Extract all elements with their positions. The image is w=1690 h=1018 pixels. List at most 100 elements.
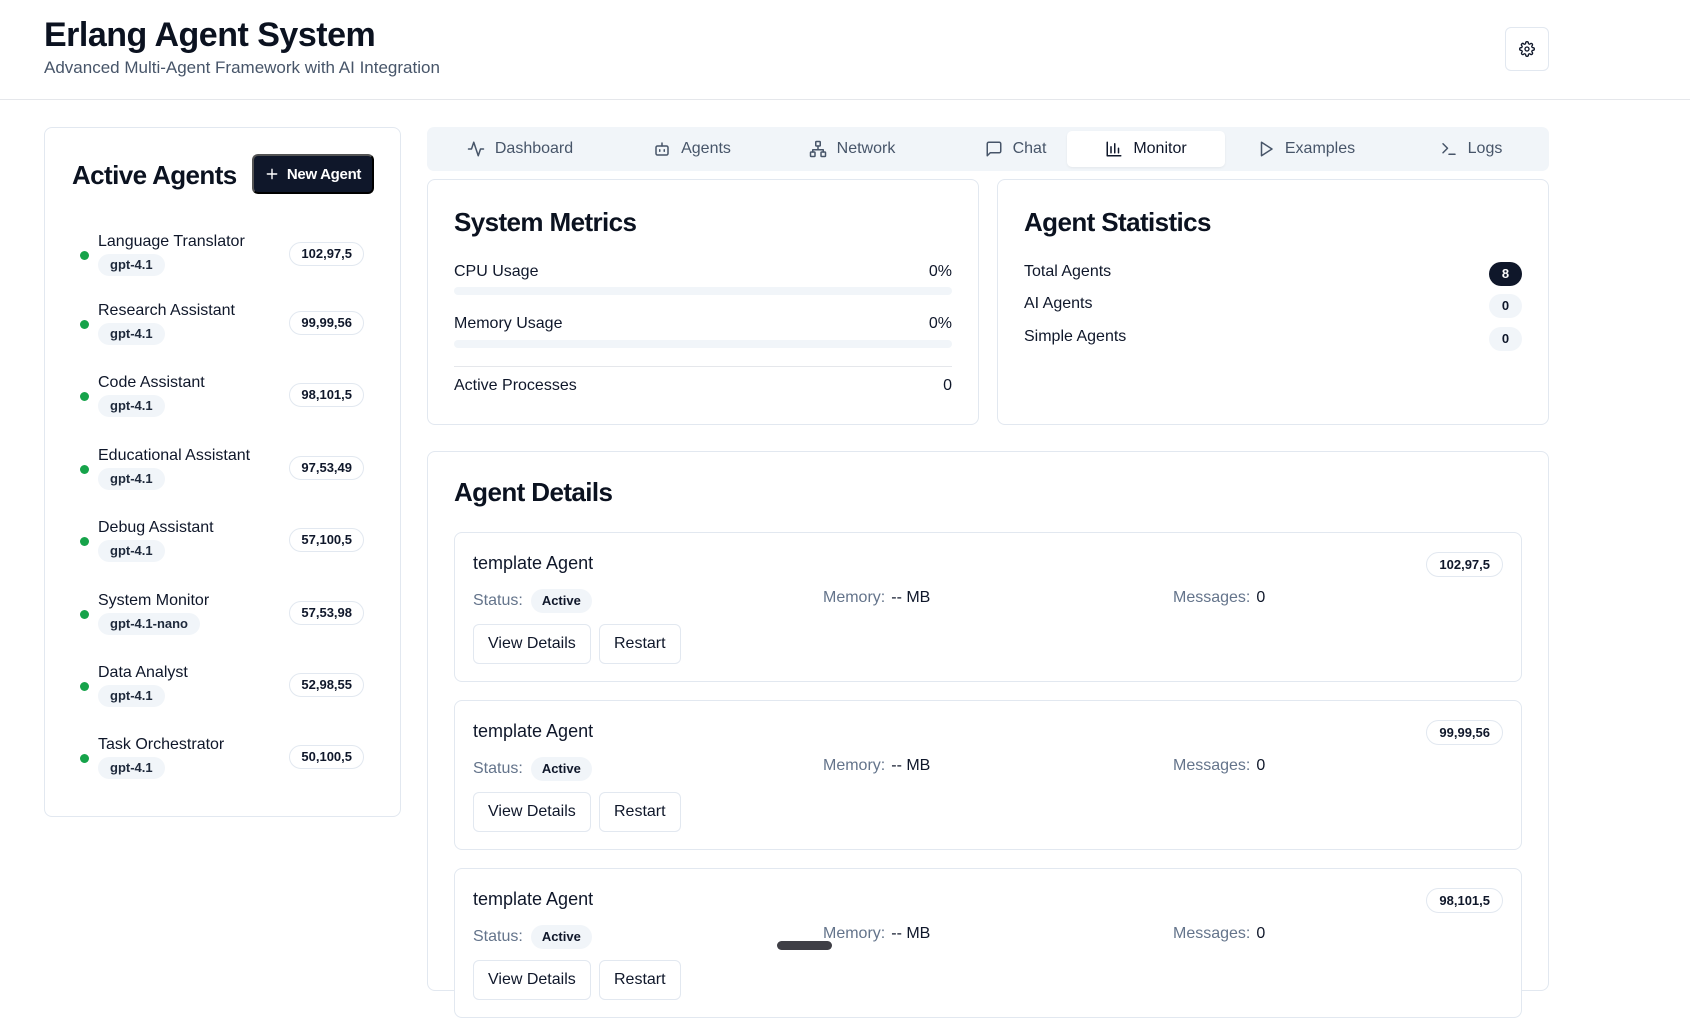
- agent-position-badge: 57,53,98: [289, 601, 364, 625]
- memory-usage-bar: [454, 340, 952, 348]
- agent-detail-name: template Agent: [473, 553, 594, 573]
- agent-model-badge: gpt-4.1: [98, 254, 165, 276]
- cpu-usage-bar: [454, 287, 952, 295]
- view-details-button[interactable]: View Details: [473, 792, 591, 832]
- plus-icon: [266, 168, 278, 180]
- status-label: Status:: [473, 928, 523, 946]
- list-item[interactable]: Debug Assistant gpt-4.1 57,100,5: [45, 516, 400, 572]
- tab-label: Monitor: [1133, 140, 1187, 157]
- memory-field: Memory: -- MB: [823, 589, 930, 607]
- messages-label: Messages:: [1173, 925, 1251, 942]
- list-item[interactable]: Task Orchestrator gpt-4.1 50,100,5: [45, 733, 400, 789]
- bot-icon: [655, 142, 669, 156]
- messages-field: Messages: 0: [1173, 757, 1265, 775]
- active-processes-value: 0: [943, 377, 952, 394]
- agent-name: Language Translator: [98, 233, 245, 250]
- messages-value: 0: [1256, 589, 1266, 606]
- agent-name: Code Assistant: [98, 374, 205, 391]
- tab-monitor[interactable]: Monitor: [1067, 131, 1225, 167]
- status-online-icon: [80, 537, 89, 546]
- activity-icon: [467, 141, 485, 157]
- scrollbar-thumb[interactable]: [777, 941, 832, 950]
- status-label: Status:: [473, 592, 523, 610]
- agent-position-badge: 57,100,5: [289, 528, 364, 552]
- simple-agents-row: Simple Agents 0: [1024, 327, 1522, 352]
- tab-logs[interactable]: Logs: [1392, 131, 1550, 167]
- agent-detail-item: template Agent 99,99,56 Status: Active Me…: [454, 700, 1522, 850]
- tab-label: Agents: [681, 140, 731, 157]
- settings-button[interactable]: [1505, 27, 1549, 71]
- status-field: Status: Active: [473, 589, 592, 613]
- list-item[interactable]: Language Translator gpt-4.1 102,97,5: [45, 230, 400, 286]
- system-metrics-title: System Metrics: [454, 207, 637, 237]
- active-processes-label: Active Processes: [454, 377, 577, 394]
- memory-field: Memory: -- MB: [823, 757, 930, 775]
- active-agents-panel: Active Agents New Agent Language Transla…: [44, 127, 401, 817]
- divider: [454, 366, 952, 367]
- agent-name: System Monitor: [98, 592, 210, 609]
- agent-name: Data Analyst: [98, 664, 188, 681]
- agent-position-badge: 98,101,5: [1426, 888, 1503, 913]
- status-online-icon: [80, 392, 89, 401]
- status-online-icon: [80, 465, 89, 474]
- view-details-button[interactable]: View Details: [473, 624, 591, 664]
- agent-model-badge: gpt-4.1: [98, 468, 165, 490]
- memory-value: -- MB: [891, 589, 931, 606]
- status-online-icon: [80, 320, 89, 329]
- list-item[interactable]: Data Analyst gpt-4.1 52,98,55: [45, 661, 400, 717]
- total-agents-badge: 8: [1489, 262, 1522, 286]
- agent-model-badge: gpt-4.1: [98, 540, 165, 562]
- agent-position-badge: 102,97,5: [289, 242, 364, 266]
- app-header: Erlang Agent System Advanced Multi-Agent…: [0, 0, 1690, 100]
- agent-detail-name: template Agent: [473, 889, 594, 909]
- messages-value: 0: [1256, 925, 1266, 942]
- tab-label: Logs: [1467, 140, 1503, 157]
- gear-icon: [1519, 41, 1535, 57]
- memory-label: Memory:: [823, 925, 886, 942]
- restart-button[interactable]: Restart: [599, 624, 681, 664]
- tab-label: Network: [836, 140, 896, 157]
- agent-statistics-title: Agent Statistics: [1024, 207, 1211, 237]
- agent-details-title: Agent Details: [454, 477, 613, 507]
- agent-statistics-card: Agent Statistics Total Agents 8 AI Agent…: [997, 179, 1549, 425]
- list-item[interactable]: Educational Assistant gpt-4.1 97,53,49: [45, 444, 400, 500]
- active-processes-row: Active Processes 0: [454, 377, 952, 401]
- app-title: Erlang Agent System: [44, 16, 376, 54]
- messages-value: 0: [1256, 757, 1266, 774]
- list-item[interactable]: Code Assistant gpt-4.1 98,101,5: [45, 371, 400, 427]
- tab-agents[interactable]: Agents: [617, 131, 767, 167]
- agent-name: Educational Assistant: [98, 447, 251, 464]
- messages-field: Messages: 0: [1173, 589, 1265, 607]
- agent-position-badge: 98,101,5: [289, 383, 364, 407]
- agent-position-badge: 102,97,5: [1426, 552, 1503, 577]
- system-metrics-card: System Metrics CPU Usage 0% Memory Usage…: [427, 179, 979, 425]
- agent-name: Task Orchestrator: [98, 736, 225, 753]
- agent-details-card: Agent Details template Agent 102,97,5 St…: [427, 451, 1549, 1018]
- tab-dashboard[interactable]: Dashboard: [445, 131, 595, 167]
- agent-position-badge: 99,99,56: [289, 311, 364, 335]
- agent-name: Debug Assistant: [98, 519, 214, 536]
- restart-button[interactable]: Restart: [599, 792, 681, 832]
- status-online-icon: [80, 682, 89, 691]
- status-badge: Active: [530, 589, 592, 613]
- list-item[interactable]: Research Assistant gpt-4.1 99,99,56: [45, 299, 400, 355]
- messages-label: Messages:: [1173, 589, 1251, 606]
- status-field: Status: Active: [473, 757, 592, 781]
- agent-model-badge: gpt-4.1: [98, 757, 165, 779]
- agent-position-badge: 52,98,55: [289, 673, 364, 697]
- tab-label: Examples: [1284, 140, 1356, 157]
- new-agent-button[interactable]: New Agent: [252, 154, 374, 194]
- agent-position-badge: 99,99,56: [1426, 720, 1503, 745]
- tab-network[interactable]: Network: [773, 131, 931, 167]
- tab-examples[interactable]: Examples: [1227, 131, 1385, 167]
- ai-agents-label: AI Agents: [1024, 295, 1093, 312]
- memory-usage-value: 0%: [928, 315, 952, 332]
- simple-agents-label: Simple Agents: [1024, 328, 1127, 345]
- cpu-usage-value: 0%: [928, 263, 952, 280]
- restart-button[interactable]: Restart: [599, 960, 681, 1000]
- ai-agents-row: AI Agents 0: [1024, 294, 1522, 319]
- status-online-icon: [80, 754, 89, 763]
- total-agents-label: Total Agents: [1024, 263, 1112, 280]
- view-details-button[interactable]: View Details: [473, 960, 591, 1000]
- list-item[interactable]: System Monitor gpt-4.1-nano 57,53,98: [45, 589, 400, 645]
